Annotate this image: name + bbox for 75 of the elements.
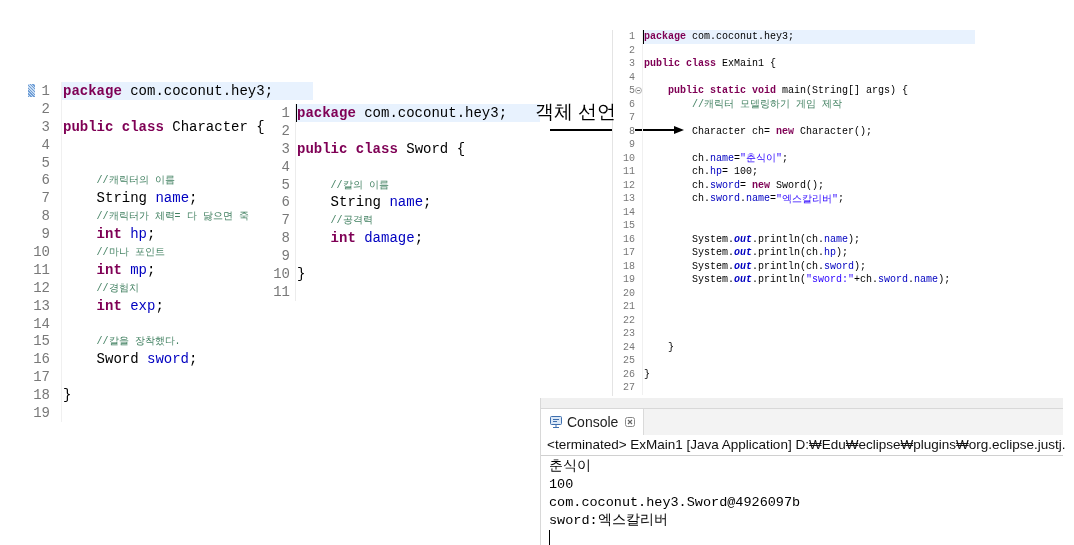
- code-line: int mp;: [95, 260, 156, 279]
- code-line: public class Character {: [62, 117, 265, 136]
- console-tab[interactable]: Console: [541, 409, 645, 435]
- code-line: ch.hp= 100;: [691, 165, 759, 179]
- line-number: 8: [280, 230, 290, 247]
- code-line: Sword sword;: [95, 350, 198, 369]
- line-number: 6: [40, 172, 50, 189]
- code-line: String name;: [329, 193, 432, 212]
- line-number: 4: [280, 158, 290, 175]
- code-line: public static void main(String[] args) {: [667, 84, 909, 98]
- line-number: 3: [280, 140, 290, 157]
- line-number: 11: [32, 261, 50, 278]
- collapse-icon[interactable]: [635, 87, 642, 95]
- line-number: 16: [32, 351, 50, 368]
- line-number: 7: [40, 190, 50, 207]
- output-line: sword:엑스칼리버: [549, 512, 669, 530]
- text-cursor: [549, 530, 550, 545]
- line-number: 2: [40, 100, 50, 117]
- code-line: int hp;: [95, 225, 156, 243]
- line-number: 1: [40, 82, 50, 99]
- line-number: 5: [40, 154, 50, 171]
- code-line: //캐릭터의 이름: [95, 174, 175, 189]
- line-number: 1: [280, 104, 290, 121]
- line-number: 19: [32, 404, 50, 421]
- code-line: package com.coconut.hey3;: [62, 82, 274, 100]
- code-line: }: [643, 367, 650, 381]
- line-number: 2: [280, 122, 290, 139]
- line-number: 11: [272, 283, 290, 300]
- line-number: 14: [32, 315, 50, 332]
- code-line: //공격력: [329, 214, 373, 229]
- line-number: 18: [32, 387, 50, 404]
- line-number: 8: [613, 125, 635, 137]
- line-number: 10: [272, 265, 290, 282]
- line-number: 6: [280, 194, 290, 211]
- line-number: 17: [32, 369, 50, 386]
- code-line: //마나 포인트: [95, 245, 165, 260]
- code-line: }: [296, 265, 306, 283]
- code-line: public class ExMain1 {: [643, 57, 777, 71]
- line-number: 12: [32, 279, 50, 296]
- close-icon[interactable]: [625, 417, 636, 427]
- code-line: String name;: [95, 189, 198, 208]
- code-line: System.out.println(ch.name);: [691, 232, 861, 246]
- code-line: int damage;: [329, 229, 424, 248]
- code-line: System.out.println(ch.sword);: [691, 259, 867, 273]
- code-line: //칼의 이름: [329, 178, 389, 193]
- console-status: <terminated> ExMain1 [Java Application] D:₩Edu₩eclipse₩plugins₩org.eclipse.justj.: [541, 435, 1063, 456]
- monitor-icon: [549, 415, 563, 429]
- line-number: 9: [280, 248, 290, 265]
- code-line: //캐릭터가 체력= 다 닳으면 죽: [95, 210, 249, 225]
- output-line: com.coconut.hey3.Sword@4926097b: [549, 494, 802, 512]
- code-line: ch.sword.name="엑스칼리버";: [691, 192, 845, 206]
- output-line: 춘식이: [549, 458, 592, 476]
- code-line: }: [667, 340, 674, 354]
- line-number: 8: [40, 208, 50, 225]
- code-line: Character ch= new Character();: [691, 124, 873, 138]
- line-number: 3: [40, 118, 50, 135]
- code-line: System.out.println("sword:"+ch.sword.name);: [691, 273, 951, 287]
- code-line: int exp;: [95, 296, 164, 315]
- line-number: 13: [32, 297, 50, 314]
- code-line: package com.coconut.hey3;: [296, 104, 508, 122]
- line-number: 15: [32, 333, 50, 350]
- code-line: System.out.println(ch.hp);: [691, 246, 849, 260]
- line-number: 5: [280, 176, 290, 193]
- code-line: ch.name="춘식이";: [691, 151, 789, 165]
- code-line: //칼을 장착했다.: [95, 335, 181, 350]
- line-number: 10: [32, 243, 50, 260]
- code-line: }: [62, 386, 72, 405]
- output-line: 100: [549, 476, 575, 494]
- code-line: //캐릭터 모델링하기 게임 제작: [691, 98, 843, 111]
- line-number: 9: [40, 226, 50, 243]
- code-line: ch.sword= new Sword();: [691, 178, 825, 192]
- line-number: 7: [280, 212, 290, 229]
- line-number: 4: [40, 136, 50, 153]
- code-line: //경험치: [95, 281, 139, 296]
- code-line: public class Sword {: [296, 139, 466, 158]
